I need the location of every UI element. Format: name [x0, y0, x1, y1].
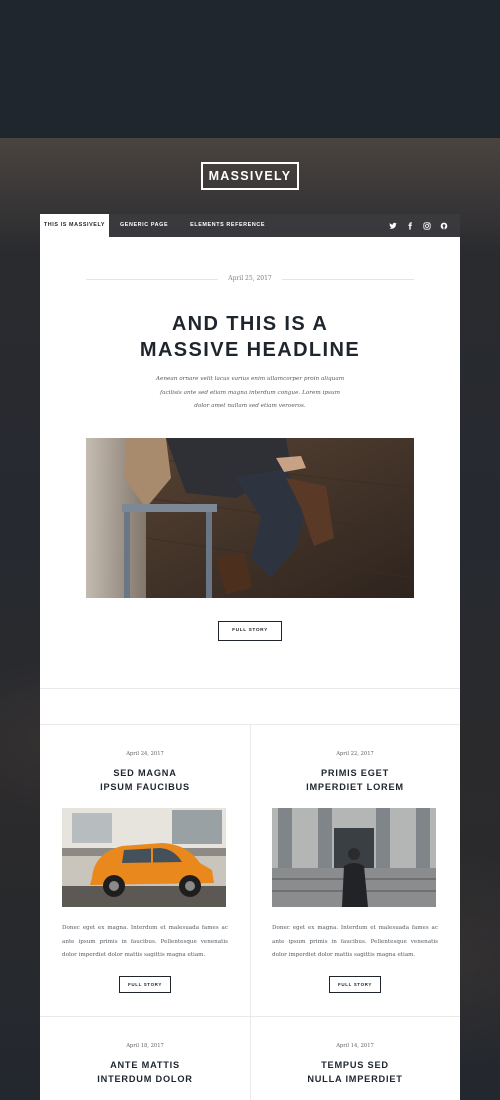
site-logo[interactable]: MASSIVELY — [201, 162, 299, 190]
post-card: April 18, 2017 ANTE MATTIS INTERDUM DOLO… — [40, 1043, 250, 1100]
post-date: April 24, 2017 — [126, 751, 164, 757]
featured-intro: Aenean ornare velit lacus varius enim ul… — [155, 376, 345, 409]
featured-headline[interactable]: AND THIS IS A MASSIVE HEADLINE — [60, 311, 440, 363]
featured-date-row: April 25, 2017 — [86, 273, 414, 285]
post-title-line-1: TEMPUS SED — [321, 1060, 389, 1070]
post-date: April 18, 2017 — [126, 1043, 164, 1049]
post-title-line-1: ANTE MATTIS — [110, 1060, 180, 1070]
social-icons — [388, 221, 460, 230]
post-title-line-2: IMPERDIET LOREM — [306, 781, 404, 792]
post-title-line-2: NULLA IMPERDIET — [307, 1073, 403, 1084]
post-full-story-button[interactable]: Full Story — [119, 976, 171, 993]
featured-image[interactable] — [86, 438, 414, 598]
headline-line-2: MASSIVE HEADLINE — [139, 339, 361, 361]
post-title[interactable]: PRIMIS EGET IMPERDIET LOREM — [260, 767, 450, 794]
top-dark-band — [0, 0, 500, 140]
post-title-line-2: IPSUM FAUCIBUS — [100, 781, 190, 792]
post-title-line-2: INTERDUM DOLOR — [97, 1073, 193, 1084]
nav-link-this-is-massively[interactable]: This is Massively — [40, 214, 109, 237]
headline-line-1: AND THIS IS A — [171, 313, 329, 335]
twitter-icon[interactable] — [388, 221, 397, 230]
nav-link-elements-reference[interactable]: Elements Reference — [179, 214, 276, 237]
instagram-icon[interactable] — [422, 221, 431, 230]
post-card: April 24, 2017 SED MAGNA IPSUM FAUCIBUS — [40, 751, 250, 1011]
post-date: April 14, 2017 — [336, 1043, 374, 1049]
featured-full-story-button[interactable]: Full Story — [218, 621, 282, 641]
post-title[interactable]: SED MAGNA IPSUM FAUCIBUS — [50, 767, 240, 794]
post-full-story-button[interactable]: Full Story — [329, 976, 381, 993]
post-image[interactable] — [272, 808, 436, 907]
post-card: April 14, 2017 TEMPUS SED NULLA IMPERDIE… — [250, 1043, 460, 1100]
car-photo-graphic — [62, 808, 226, 907]
post-card: April 22, 2017 PRIMIS EGET IMPERDIET LOR… — [250, 751, 460, 1011]
post-title-line-1: PRIMIS EGET — [320, 768, 390, 778]
post-title[interactable]: TEMPUS SED NULLA IMPERDIET — [260, 1059, 450, 1086]
post-excerpt: Donec eget ex magna. Interdum et malesua… — [272, 925, 438, 958]
post-title[interactable]: ANTE MATTIS INTERDUM DOLOR — [50, 1059, 240, 1086]
featured-photo-graphic — [86, 438, 414, 598]
featured-post: April 25, 2017 AND THIS IS A MASSIVE HEA… — [40, 237, 460, 687]
section-divider — [40, 688, 460, 689]
main-content: April 25, 2017 AND THIS IS A MASSIVE HEA… — [40, 237, 460, 1100]
nav-link-generic-page[interactable]: Generic Page — [109, 214, 179, 237]
post-date: April 22, 2017 — [336, 751, 374, 757]
main-nav: This is Massively Generic Page Elements … — [40, 214, 460, 237]
github-icon[interactable] — [439, 221, 448, 230]
post-image[interactable] — [62, 808, 226, 907]
post-title-line-1: SED MAGNA — [113, 768, 177, 778]
posts-row-divider — [40, 1016, 460, 1017]
featured-date: April 25, 2017 — [218, 275, 282, 282]
facebook-icon[interactable] — [405, 221, 414, 230]
post-excerpt: Donec eget ex magna. Interdum et malesua… — [62, 925, 228, 958]
building-photo-graphic — [272, 808, 436, 907]
